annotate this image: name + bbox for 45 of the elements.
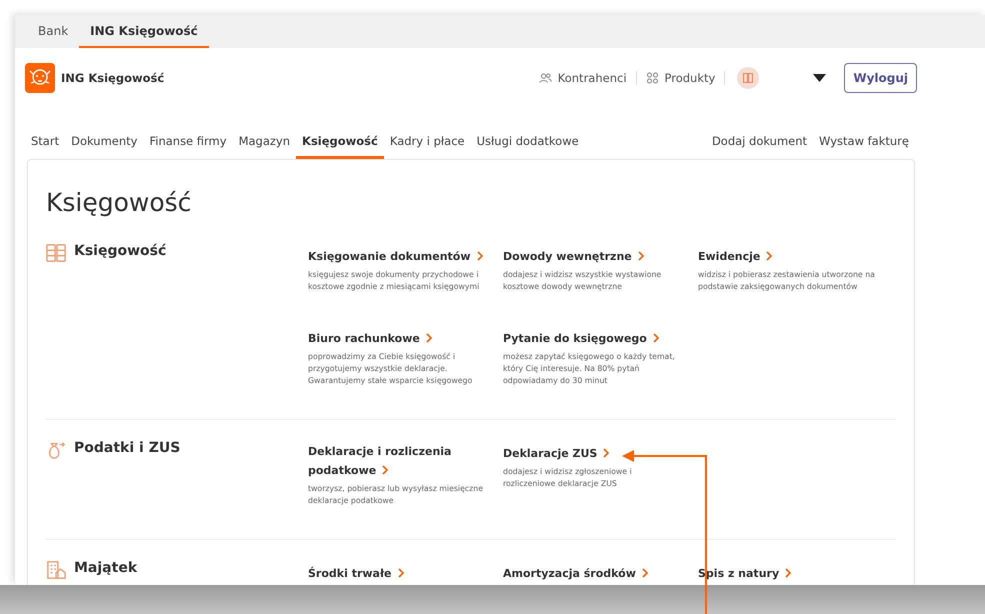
nav-tab[interactable]: Start (25, 134, 66, 159)
feature-link[interactable]: Deklaracje i rozliczenia podatkowe (308, 442, 497, 480)
chevron-right-icon (642, 568, 648, 578)
chevron-right-icon (398, 568, 404, 578)
chevron-right-icon (426, 333, 432, 343)
feature-link[interactable]: Środki trwałe (308, 564, 404, 583)
chevron-right-icon (382, 465, 388, 475)
nav-action-link[interactable]: Dodaj dokument (706, 134, 814, 159)
chevron-right-icon (652, 333, 659, 343)
nav-tab[interactable]: Finanse firmy (143, 134, 233, 159)
section-title: Księgowość (74, 243, 166, 259)
app-title: ING Księgowość (61, 71, 164, 85)
header-link[interactable]: Produkty (636, 71, 726, 85)
feature-link[interactable]: Deklaracje ZUS (503, 444, 610, 463)
caret-icon[interactable] (813, 74, 826, 82)
binders-icon (46, 243, 66, 263)
nav-tab[interactable]: Dokumenty (65, 134, 144, 159)
chevron-right-icon (766, 251, 772, 261)
lion-logo-icon (25, 63, 55, 93)
chevron-right-icon (476, 251, 483, 261)
grid-icon (646, 72, 659, 84)
page-title: Księgowość (46, 188, 192, 217)
chevron-right-icon (638, 251, 644, 261)
chevron-right-icon (785, 568, 792, 578)
building-icon (46, 560, 66, 580)
money-bag-icon (46, 440, 66, 460)
feature-link[interactable]: Amortyzacja środków (503, 564, 648, 583)
feature-link[interactable]: Dowody wewnętrzne (503, 247, 644, 266)
nav-tab[interactable]: Księgowość (296, 134, 384, 159)
people-icon (538, 72, 552, 84)
feature-link[interactable]: Biuro rachunkowe (308, 329, 432, 348)
app-tab[interactable]: Bank (27, 15, 80, 48)
feature-link[interactable]: Pytanie do księgowego (503, 329, 659, 348)
nav-tab[interactable]: Magazyn (232, 134, 296, 159)
feature-link[interactable]: Ewidencje (698, 247, 772, 266)
nav-tab[interactable]: Usługi dodatkowe (470, 134, 585, 159)
section-title: Majątek (74, 560, 138, 576)
nav-action-link[interactable]: Wystaw fakturę (813, 134, 915, 159)
app-tab[interactable]: ING Księgowość (79, 15, 209, 48)
header-link[interactable]: Kontrahenci (530, 71, 637, 85)
logout-button[interactable]: Wyloguj (844, 63, 917, 93)
section-title: Podatki i ZUS (74, 440, 180, 456)
chevron-right-icon (603, 448, 610, 458)
nav-tab[interactable]: Kadry i płace (384, 134, 471, 159)
feature-link[interactable]: Księgowanie dokumentów (308, 247, 483, 266)
